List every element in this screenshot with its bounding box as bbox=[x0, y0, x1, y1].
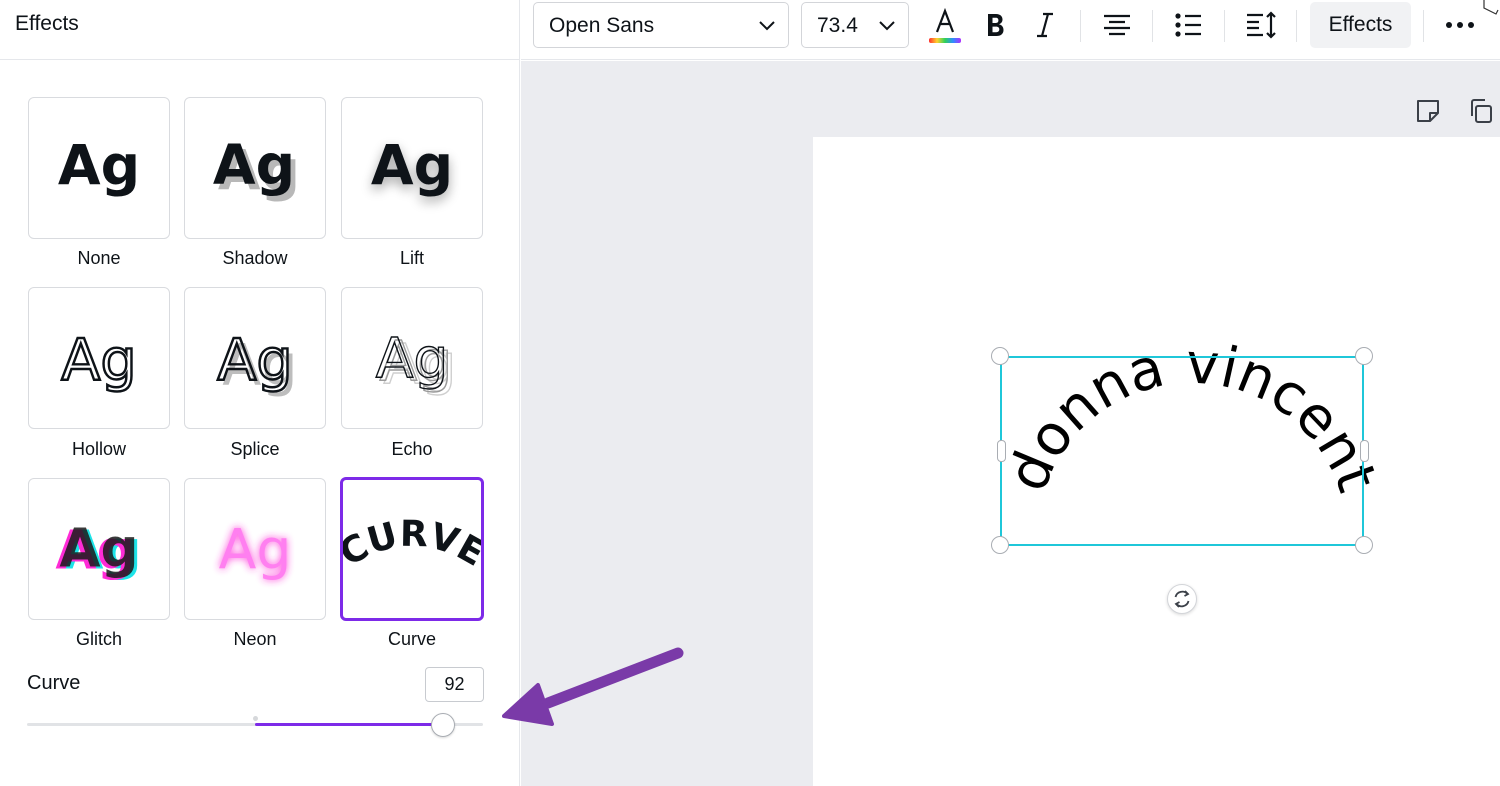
effects-panel: Effects Ag None Ag Ag Shadow Ag Ag Lift … bbox=[0, 0, 520, 786]
effect-label-curve: Curve bbox=[387, 629, 436, 649]
text-color-button[interactable] bbox=[923, 4, 967, 46]
preview-text: Ag bbox=[376, 328, 449, 392]
effect-tile-hollow[interactable]: Ag bbox=[28, 287, 170, 429]
effect-tile-lift[interactable]: Ag Ag bbox=[341, 97, 483, 239]
curve-slider-label: Curve bbox=[27, 672, 81, 694]
effect-preview-hollow: Ag bbox=[60, 326, 138, 394]
text-color-icon bbox=[929, 7, 961, 43]
resize-handle-left[interactable] bbox=[997, 440, 1006, 462]
effect-preview-lift: Ag Ag bbox=[371, 135, 453, 204]
effect-preview-none: Ag bbox=[58, 135, 140, 199]
bold-button[interactable] bbox=[973, 4, 1017, 46]
effect-tile-none[interactable]: Ag bbox=[28, 97, 170, 239]
curve-value-input[interactable]: 92 bbox=[425, 667, 484, 702]
effect-tile-neon[interactable]: Ag Ag bbox=[184, 478, 326, 620]
effect-tile-shadow[interactable]: Ag Ag bbox=[184, 97, 326, 239]
resize-handle-bottom-right[interactable] bbox=[1355, 536, 1373, 554]
preview-curve-path: CURVE bbox=[343, 514, 481, 575]
slider-fill bbox=[255, 723, 443, 726]
bold-icon bbox=[988, 14, 1004, 36]
effect-label-neon: Neon bbox=[233, 629, 277, 649]
toolbar-divider bbox=[1296, 10, 1297, 42]
resize-handle-top-left[interactable] bbox=[991, 347, 1009, 365]
effect-label-lift: Lift bbox=[399, 248, 424, 268]
effect-tile-glitch[interactable]: Ag Ag Ag bbox=[28, 478, 170, 620]
preview-text: Ag bbox=[59, 518, 138, 580]
effect-preview-neon: Ag Ag bbox=[219, 519, 292, 583]
effect-label-none: None bbox=[77, 248, 121, 268]
spacing-button[interactable] bbox=[1239, 4, 1283, 46]
effect-label-glitch: Glitch bbox=[75, 629, 122, 649]
effect-tile-splice[interactable]: Ag Ag bbox=[184, 287, 326, 429]
preview-text: CURVE bbox=[343, 514, 481, 575]
slider-thumb[interactable] bbox=[430, 713, 455, 737]
toolbar-divider bbox=[1152, 10, 1153, 42]
selection-box bbox=[1000, 356, 1364, 546]
chevron-down-icon bbox=[879, 21, 895, 31]
align-center-icon bbox=[1104, 14, 1130, 36]
preview-text: Ag bbox=[371, 135, 453, 199]
preview-text: Ag bbox=[213, 134, 295, 198]
slider-center-mark bbox=[253, 716, 258, 721]
effect-preview-curve: CURVE bbox=[343, 514, 481, 575]
effect-tile-echo[interactable]: Ag Ag Ag bbox=[341, 287, 483, 429]
curve-slider[interactable] bbox=[27, 712, 483, 738]
font-family-value: Open Sans bbox=[549, 14, 655, 37]
effect-label-splice: Splice bbox=[230, 439, 280, 459]
sticky-note-icon[interactable] bbox=[1414, 97, 1442, 125]
effect-preview-splice: Ag Ag bbox=[216, 326, 298, 398]
preview-text: Ag bbox=[58, 135, 140, 199]
rotate-button[interactable] bbox=[1167, 584, 1197, 614]
more-icon bbox=[1446, 22, 1474, 28]
spacing-icon bbox=[1247, 11, 1276, 39]
effect-label-hollow: Hollow bbox=[71, 439, 127, 459]
effect-preview-echo: Ag Ag Ag bbox=[375, 327, 457, 398]
panel-title: Effects bbox=[15, 12, 79, 35]
toolbar-divider bbox=[1224, 10, 1225, 42]
more-options-button[interactable] bbox=[1438, 4, 1482, 46]
effect-label-echo: Echo bbox=[391, 439, 433, 459]
chevron-down-icon bbox=[759, 21, 775, 31]
align-center-button[interactable] bbox=[1095, 4, 1139, 46]
rotate-icon bbox=[1174, 590, 1190, 608]
effect-tile-curve[interactable]: CURVE bbox=[340, 477, 484, 621]
toolbar-divider bbox=[1080, 10, 1081, 42]
effect-label-shadow: Shadow bbox=[222, 248, 288, 268]
annotation-arrow-icon bbox=[502, 647, 684, 726]
preview-text: Ag bbox=[219, 519, 292, 583]
list-icon bbox=[1175, 13, 1201, 37]
font-family-dropdown[interactable]: Open Sans bbox=[533, 2, 789, 48]
preview-text: Ag bbox=[217, 328, 292, 394]
effect-preview-shadow: Ag Ag bbox=[213, 134, 300, 204]
top-toolbar: Open Sans 73.4 Effects bbox=[521, 0, 1500, 60]
panel-header: Effects bbox=[0, 0, 520, 60]
effect-preview-glitch: Ag Ag Ag bbox=[55, 518, 141, 582]
effects-button[interactable]: Effects bbox=[1310, 2, 1411, 48]
list-button[interactable] bbox=[1166, 4, 1210, 46]
cursor-icon bbox=[1483, 0, 1499, 15]
resize-handle-bottom-left[interactable] bbox=[991, 536, 1009, 554]
italic-icon bbox=[1037, 12, 1053, 38]
duplicate-icon[interactable] bbox=[1467, 97, 1495, 125]
toolbar-divider bbox=[1423, 10, 1424, 42]
resize-handle-top-right[interactable] bbox=[1355, 347, 1373, 365]
editor-root: Effects Ag None Ag Ag Shadow Ag Ag Lift … bbox=[0, 0, 1500, 786]
font-size-value: 73.4 bbox=[817, 14, 858, 37]
resize-handle-right[interactable] bbox=[1360, 440, 1369, 462]
font-size-dropdown[interactable]: 73.4 bbox=[801, 2, 909, 48]
italic-button[interactable] bbox=[1023, 4, 1067, 46]
preview-text: Ag bbox=[61, 328, 136, 394]
